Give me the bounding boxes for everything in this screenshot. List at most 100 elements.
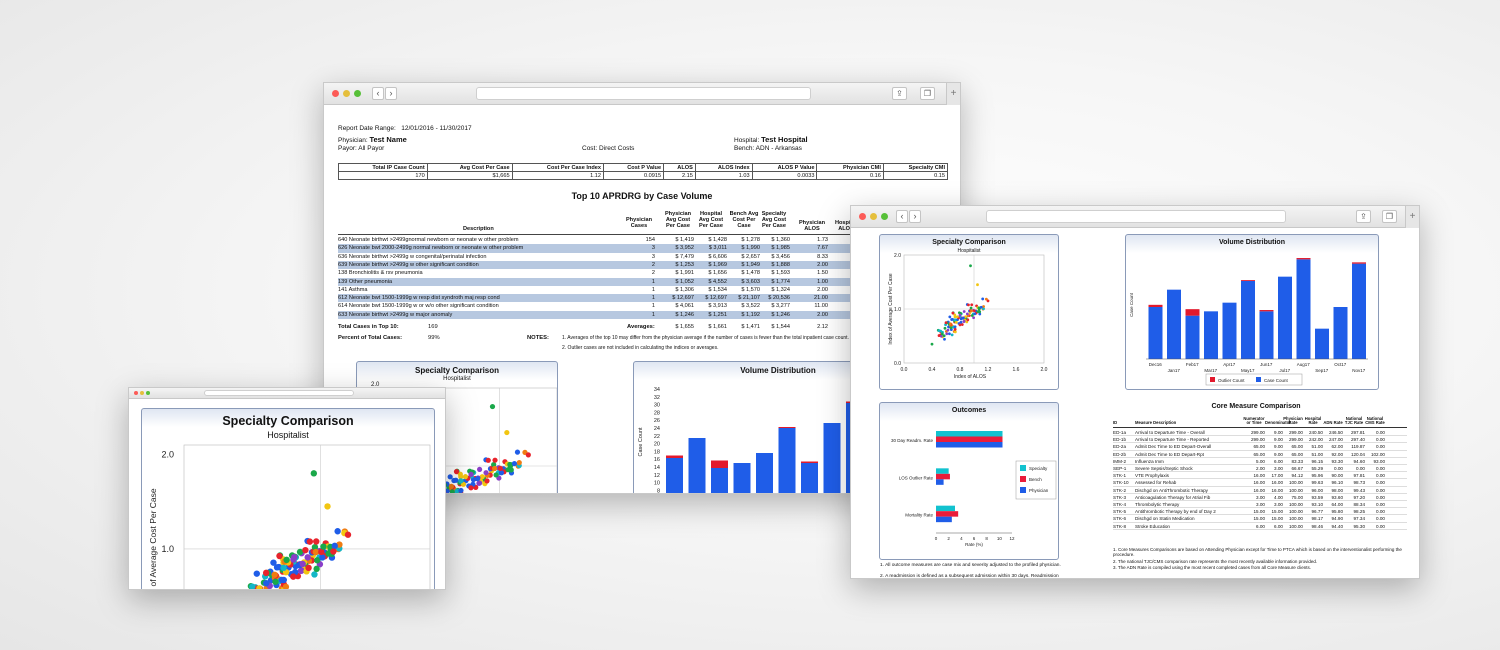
scatter-point: [272, 588, 274, 589]
scatter-point: [950, 318, 954, 321]
drg-table-row[interactable]: 633 Neonate birthwt >2499g w major anoma…: [338, 310, 878, 319]
minimize-window-button[interactable]: [870, 213, 877, 220]
forward-icon[interactable]: ›: [909, 210, 921, 223]
core-table-row[interactable]: SEP-1 Severe Sepsis/Septic Shock 2.00 3.00 6…: [1113, 465, 1407, 473]
drg-table-row[interactable]: 612 Neonate bwt 1500-1999g w resp dist s…: [338, 294, 878, 303]
core-cell: 0.00: [1376, 430, 1385, 435]
core-cell: 94.90: [1331, 516, 1344, 522]
drg-cell-phys: $ 1,052: [675, 278, 694, 285]
drg-table-row[interactable]: 138 Bronchiolitis & rsv pneumonia 2 $ 1,99…: [338, 269, 878, 277]
core-cell: 16.00: [1253, 473, 1266, 479]
core-table-header: ID Measure Description Numerator or Time De…: [1113, 412, 1407, 428]
core-table-row[interactable]: STK-2 Dischgd on AntiThrombotic Therapy 16…: [1113, 487, 1407, 494]
volume-panel: Volume Distribution Case Count Dec16 Feb17…: [1125, 234, 1379, 390]
core-cell: 3.00: [1274, 502, 1283, 507]
tabs-icon[interactable]: ❐: [1382, 210, 1397, 223]
core-table-row[interactable]: STK-6 Dischgd on Statin Medication 15.00 15…: [1113, 515, 1407, 523]
drg-table-row[interactable]: 141 Asthma 1 $ 1,306 $ 1,534 $ 1,570 $ 1,324 2…: [338, 286, 878, 294]
core-table-row[interactable]: ED-2b Admit Dec Time to ED Depart-Rpt 65.0…: [1113, 451, 1407, 458]
scatter-point: [462, 474, 469, 480]
scatter-point: [299, 560, 306, 568]
core-cell: 0.00: [1356, 466, 1365, 471]
y-tick-label: 32: [654, 395, 660, 401]
y-axis-label: Case Count: [638, 427, 644, 457]
scatter-point: [514, 449, 521, 455]
minimize-window-button[interactable]: [343, 90, 350, 97]
drg-header-bench-cost: Bench Avg Cost Per Case: [729, 211, 759, 229]
scatter-point: [492, 457, 498, 463]
average-value: 2.12: [817, 324, 828, 330]
core-cell: Dischgd on Statin Medication: [1135, 516, 1195, 522]
core-cell: 98.46: [1311, 523, 1324, 529]
core-cell: ED-1b: [1113, 437, 1127, 443]
summary-value-cell: 170: [338, 171, 428, 180]
scatter-point: [253, 570, 260, 577]
core-table-row[interactable]: STK-5 Antithrombotic Therapy by end of Da…: [1113, 508, 1407, 516]
scatter-point: [291, 553, 298, 561]
specialty-large-scatter: 2.0 1.0Index of Average Cost Per Case: [148, 444, 431, 589]
scatter-point: [249, 583, 256, 589]
core-table-row[interactable]: STK-1 VTE Prophylaxis 16.00 17.00 94.12 95.96…: [1113, 472, 1407, 480]
core-table-row[interactable]: ED-1b Arrival to Departure Time - Reporte…: [1113, 436, 1407, 444]
drg-cell-cases: 154: [645, 237, 655, 243]
scatter-point: [484, 478, 490, 484]
drg-table-row[interactable]: 139 Other pneumonia 1 $ 1,052 $ 4,552 $ 3,60…: [338, 277, 878, 286]
core-table-row[interactable]: STK-4 Thrombolytic Therapy 3.00 3.00 100.00 9…: [1113, 501, 1407, 509]
scatter-point: [953, 327, 957, 331]
drg-header-phys-cost: Physician Avg Cost Per Case: [664, 211, 692, 229]
core-cell: STK-1: [1113, 473, 1127, 479]
drg-cell-hosp: $ 4,552: [708, 278, 727, 285]
core-table-row[interactable]: STK-10 Assessed for Rehab 16.00 16.00 100.00…: [1113, 479, 1407, 487]
specialty-scatter: 2.01.00.00.0 0.4 0.8 1.2 1.6 2.0Index of ALOS…: [888, 253, 1048, 380]
core-cell: IMM-2: [1113, 458, 1127, 464]
drg-table-row[interactable]: 626 Neonate bwt 2000-2499g normal newbor…: [338, 244, 878, 253]
core-cell: 95.96: [1311, 473, 1324, 479]
address-bar[interactable]: [986, 210, 1286, 223]
core-table-row[interactable]: ED-1a Arrival to Departure Time - Overall…: [1113, 429, 1407, 437]
back-icon[interactable]: ‹: [372, 87, 384, 100]
core-cell: 9.00: [1274, 430, 1283, 435]
drg-cell-hosp: $ 1,656: [708, 270, 727, 277]
scatter-point: [305, 564, 312, 572]
close-window-button[interactable]: [859, 213, 866, 220]
new-tab-icon[interactable]: +: [1405, 206, 1419, 228]
drg-table-row[interactable]: 639 Neonate birthwt >2499g w other signi…: [338, 260, 878, 270]
back-icon[interactable]: ‹: [896, 210, 908, 223]
core-cell: 93.59: [1311, 494, 1324, 500]
drg-table-row[interactable]: 636 Neonate birthwt >2499g w congenital/…: [338, 253, 878, 261]
volume-bar: [1167, 289, 1181, 359]
zoom-window-button[interactable]: [354, 90, 361, 97]
zoom-window-button[interactable]: [881, 213, 888, 220]
tabs-icon[interactable]: ❐: [920, 87, 935, 100]
address-bar[interactable]: [204, 390, 354, 396]
core-cell: 0.00: [1376, 487, 1385, 493]
core-table-row[interactable]: ED-2a Admit Dec Time to ED Depart-Overall…: [1113, 443, 1407, 451]
core-cell: 299.00: [1288, 430, 1303, 435]
drg-cell-phys: $ 3,952: [675, 245, 694, 252]
core-table-row[interactable]: STK-8 Stroke Education 6.00 6.00 100.00 98.46…: [1113, 523, 1407, 530]
scatter-point: [973, 312, 977, 316]
share-icon[interactable]: ⇪: [1356, 210, 1371, 223]
share-icon[interactable]: ⇪: [892, 87, 907, 100]
core-cell: Antithrombotic Therapy by end of Day 2: [1135, 509, 1216, 515]
core-cell: Anticoagulation Therapy for Atrial Fib: [1135, 494, 1211, 500]
minimize-window-button[interactable]: [140, 391, 144, 395]
close-window-button[interactable]: [332, 90, 339, 97]
core-table-row[interactable]: IMM-2 Influenza Imm 5.00 6.00 83.33 96.15 93.3…: [1113, 458, 1407, 465]
new-tab-icon[interactable]: +: [946, 83, 960, 105]
scatter-point: [948, 332, 951, 336]
drg-cell-spec: $ 1,324: [771, 286, 790, 293]
scatter-point: [498, 470, 505, 476]
zoom-window-button[interactable]: [146, 391, 150, 395]
close-window-button[interactable]: [134, 391, 138, 395]
forward-icon[interactable]: ›: [385, 87, 397, 100]
volume-bar: [756, 453, 773, 493]
summary-value-cell: 0.0033: [751, 171, 818, 180]
outlier-bar: [1241, 280, 1255, 281]
core-table-row[interactable]: STK-3 Anticoagulation Therapy for Atrial …: [1113, 494, 1407, 501]
drg-table-row[interactable]: 614 Neonate bwt 1500-1999g w or w/o othe…: [338, 302, 878, 310]
outcome-bar: [936, 468, 949, 474]
drg-cell-alos: 7.67: [817, 245, 828, 252]
drg-table-row[interactable]: 640 Neonate birthwt >2499gnormal newborn…: [338, 236, 878, 244]
address-bar[interactable]: [476, 87, 811, 100]
